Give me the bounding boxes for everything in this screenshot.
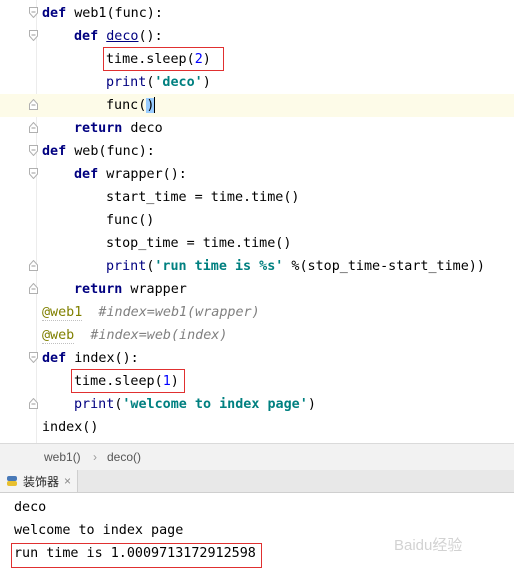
keyword: def	[42, 351, 67, 366]
code-text: index()	[42, 420, 99, 435]
code-line[interactable]: func()	[0, 209, 514, 232]
run-tab-label: 装饰器	[23, 474, 60, 489]
code-text: wrapper():	[98, 167, 187, 182]
builtin-print: print	[106, 75, 147, 90]
code-line[interactable]: @web #index=web(index)	[0, 324, 514, 347]
builtin-print: print	[74, 397, 115, 412]
code-line[interactable]: return deco	[0, 117, 514, 140]
code-text: )	[307, 397, 316, 412]
code-line[interactable]: @web1 #index=web1(wrapper)	[0, 301, 514, 324]
close-tab-icon[interactable]: ×	[64, 474, 71, 488]
comment: #index=web1(wrapper)	[82, 305, 260, 320]
keyword: def	[42, 6, 67, 21]
code-line[interactable]: print('deco')	[0, 71, 514, 94]
code-text: )	[202, 75, 211, 90]
code-text: wrapper	[122, 282, 187, 297]
keyword: def	[74, 167, 99, 182]
string-literal: 'run time is %s'	[154, 259, 284, 274]
python-run-icon	[7, 476, 17, 486]
run-panel-header: 装饰器 ×	[0, 470, 514, 493]
code-editor[interactable]: def web1(func): def deco(): time.sleep(2…	[0, 0, 514, 443]
fold-end-icon[interactable]	[29, 283, 38, 294]
code-line[interactable]: print('welcome to index page')	[0, 393, 514, 416]
function-name-link[interactable]: deco	[106, 29, 138, 44]
code-line[interactable]: return wrapper	[0, 278, 514, 301]
code-text: index():	[66, 351, 139, 366]
code-line[interactable]: time.sleep(2)	[0, 48, 514, 71]
code-line[interactable]: def wrapper():	[0, 163, 514, 186]
fold-toggle-icon[interactable]	[29, 7, 38, 18]
breadcrumb-item-web1[interactable]: web1()	[44, 450, 81, 464]
code-text: func(	[106, 98, 147, 113]
code-line[interactable]: def web(func):	[0, 140, 514, 163]
fold-toggle-icon[interactable]	[29, 352, 38, 363]
fold-end-icon[interactable]	[29, 398, 38, 409]
keyword: def	[42, 144, 67, 159]
highlight-box-runtime	[11, 543, 262, 568]
code-line[interactable]: def index():	[0, 347, 514, 370]
fold-end-icon[interactable]	[29, 260, 38, 271]
fold-toggle-icon[interactable]	[29, 145, 38, 156]
code-line[interactable]: stop_time = time.time()	[0, 232, 514, 255]
code-text: ():	[138, 29, 163, 44]
current-code-line[interactable]: func()	[0, 94, 514, 117]
highlight-box-sleep1	[71, 369, 185, 393]
text-caret	[154, 97, 156, 113]
breadcrumb-item-deco[interactable]: deco()	[107, 450, 141, 464]
string-literal: 'welcome to index page'	[122, 397, 308, 412]
code-line[interactable]: def deco():	[0, 25, 514, 48]
fold-end-icon[interactable]	[29, 122, 38, 133]
console-line: welcome to index page	[14, 523, 184, 538]
code-text: web(func):	[66, 144, 155, 159]
builtin-print: print	[106, 259, 147, 274]
watermark-logo: Baidu经验	[394, 537, 463, 554]
code-text: %(stop_time-start_time))	[283, 259, 485, 274]
decorator: @web1	[42, 305, 83, 321]
code-line[interactable]: print('run time is %s' %(stop_time-start…	[0, 255, 514, 278]
keyword: return	[74, 121, 123, 136]
fold-toggle-icon[interactable]	[29, 168, 38, 179]
keyword: return	[74, 282, 123, 297]
keyword: def	[74, 29, 99, 44]
comment: #index=web(index)	[74, 328, 228, 343]
code-text: deco	[122, 121, 163, 136]
fold-end-icon[interactable]	[29, 99, 38, 110]
code-text: stop_time = time.time()	[106, 236, 292, 251]
console-line: deco	[14, 500, 47, 515]
run-tab[interactable]: 装饰器 ×	[0, 470, 79, 492]
decorator: @web	[42, 328, 75, 344]
highlight-box-sleep2	[103, 47, 224, 71]
code-line[interactable]: def web1(func):	[0, 2, 514, 25]
breadcrumb: web1() › deco()	[0, 443, 514, 471]
breadcrumb-separator: ›	[93, 450, 97, 464]
code-line[interactable]: start_time = time.time()	[0, 186, 514, 209]
fold-toggle-icon[interactable]	[29, 30, 38, 41]
code-text: start_time = time.time()	[106, 190, 300, 205]
code-text: web1(func):	[66, 6, 163, 21]
string-literal: 'deco'	[154, 75, 203, 90]
code-text: func()	[106, 213, 155, 228]
matched-paren: )	[146, 98, 155, 113]
code-line[interactable]: index()	[0, 416, 514, 439]
